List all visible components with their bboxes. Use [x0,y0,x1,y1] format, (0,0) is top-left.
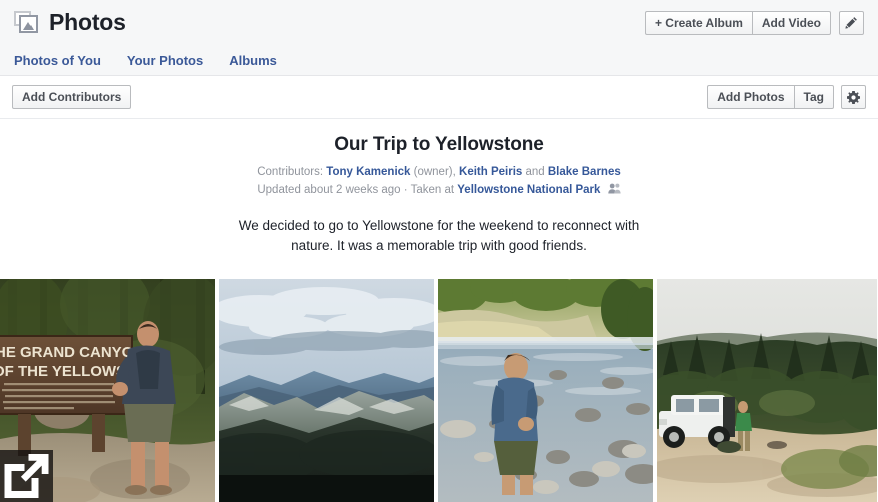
nav-your-photos[interactable]: Your Photos [127,53,203,68]
nav-photos-of-you[interactable]: Photos of You [14,53,101,68]
contributor-owner-link[interactable]: Tony Kamenick [326,166,410,178]
photo-image [657,279,877,502]
photo-actions-group: Add Photos Tag [707,85,834,109]
album-actions-group: + Create Album Add Video [644,10,831,35]
photo-cell[interactable] [219,279,434,502]
gear-icon [847,90,860,104]
add-video-button[interactable]: Add Video [751,10,831,35]
expand-open-icon [4,454,49,498]
add-contributors-button[interactable]: Add Contributors [12,85,132,109]
photo-cell[interactable]: HE GRAND CANYON OF THE YELLOWSTONE [0,279,215,502]
album-info: Our Trip to Yellowstone Contributors: To… [0,119,878,256]
expand-photo-button[interactable] [0,450,53,502]
page-title: Photos [49,9,126,35]
album-title: Our Trip to Yellowstone [334,134,544,155]
photo-image [219,279,434,502]
contributor-2-link[interactable]: Keith Peiris [459,166,522,178]
owner-suffix: (owner), [410,166,460,178]
create-album-button[interactable]: + Create Album [644,10,752,35]
photo-cell[interactable] [438,279,653,502]
contributor-3-link[interactable]: Blake Barnes [548,166,621,178]
album-updated-text: Updated about 2 weeks ago · Taken at [257,184,458,196]
album-location-link[interactable]: Yellowstone National Park [457,184,600,196]
nav-albums[interactable]: Albums [229,53,277,68]
album-updated-line: Updated about 2 weeks ago · Taken at Yel… [0,182,878,199]
album-contributors-line: Contributors: Tony Kamenick (owner), Kei… [0,164,878,180]
album-toolbar: Add Contributors Add Photos Tag [0,76,878,119]
photo-grid: HE GRAND CANYON OF THE YELLOWSTONE [0,279,878,502]
photos-stack-icon [14,10,40,35]
photo-sign-line-1: HE GRAND CANYON [0,344,144,361]
app-header: Photos + Create Album Add Video [0,0,878,45]
photo-image [438,279,653,502]
photo-cell[interactable] [657,279,877,502]
contributor-join: and [522,166,548,178]
contributors-label: Contributors: [257,166,324,178]
add-photos-button[interactable]: Add Photos [707,85,794,109]
album-settings-button[interactable] [841,85,866,109]
edit-button[interactable] [839,10,864,35]
header-actions: + Create Album Add Video [644,10,864,35]
photos-album-page: Photos + Create Album Add Video Photos o… [0,0,878,502]
album-description: We decided to go to Yellowstone for the … [238,218,640,253]
header-branding: Photos [14,9,126,36]
tag-button[interactable]: Tag [793,85,834,109]
pencil-icon [845,17,857,29]
friends-privacy-icon[interactable] [607,183,621,199]
album-toolbar-right: Add Photos Tag [707,85,866,109]
photos-navbar: Photos of You Your Photos Albums [0,45,878,76]
